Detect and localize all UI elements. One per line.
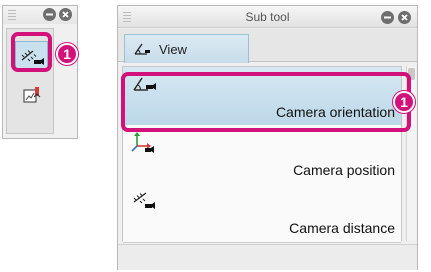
close-icon[interactable] xyxy=(59,8,72,21)
item-highlight-frame xyxy=(121,72,411,132)
tool-palette-titlebar xyxy=(3,6,77,24)
camera-distance-icon xyxy=(133,192,155,209)
callout-number: 1 xyxy=(400,94,408,110)
tab-view[interactable]: View xyxy=(124,34,249,63)
minimize-icon[interactable] xyxy=(43,8,56,21)
list-item-camera-distance[interactable]: Camera distance xyxy=(123,183,401,243)
callout-number: 1 xyxy=(63,46,71,62)
tab-view-label: View xyxy=(159,41,187,57)
close-icon[interactable] xyxy=(398,11,411,24)
camera-position-icon xyxy=(131,132,154,153)
subtool-titlebar: Sub tool xyxy=(118,6,417,28)
subtool-tab-row: View xyxy=(118,29,417,63)
tool-palette xyxy=(2,5,78,139)
camera-orientation-icon xyxy=(134,43,150,55)
tool-highlight-frame xyxy=(11,32,52,72)
callout-marker: 1 xyxy=(393,91,415,113)
list-item-camera-position[interactable]: Camera position xyxy=(123,125,401,185)
list-item-label: Camera distance xyxy=(289,220,395,236)
subtool-panel: Sub tool View Camera orientation Camera … xyxy=(117,5,418,270)
minimize-icon[interactable] xyxy=(381,11,394,24)
image-tool-button[interactable] xyxy=(15,81,48,111)
callout-marker: 1 xyxy=(56,43,78,65)
image-tool-icon xyxy=(23,87,40,103)
panel-title: Sub tool xyxy=(245,10,290,24)
list-item-label: Camera position xyxy=(293,162,395,178)
subtool-footer xyxy=(118,244,417,270)
grip-icon[interactable] xyxy=(8,10,16,20)
